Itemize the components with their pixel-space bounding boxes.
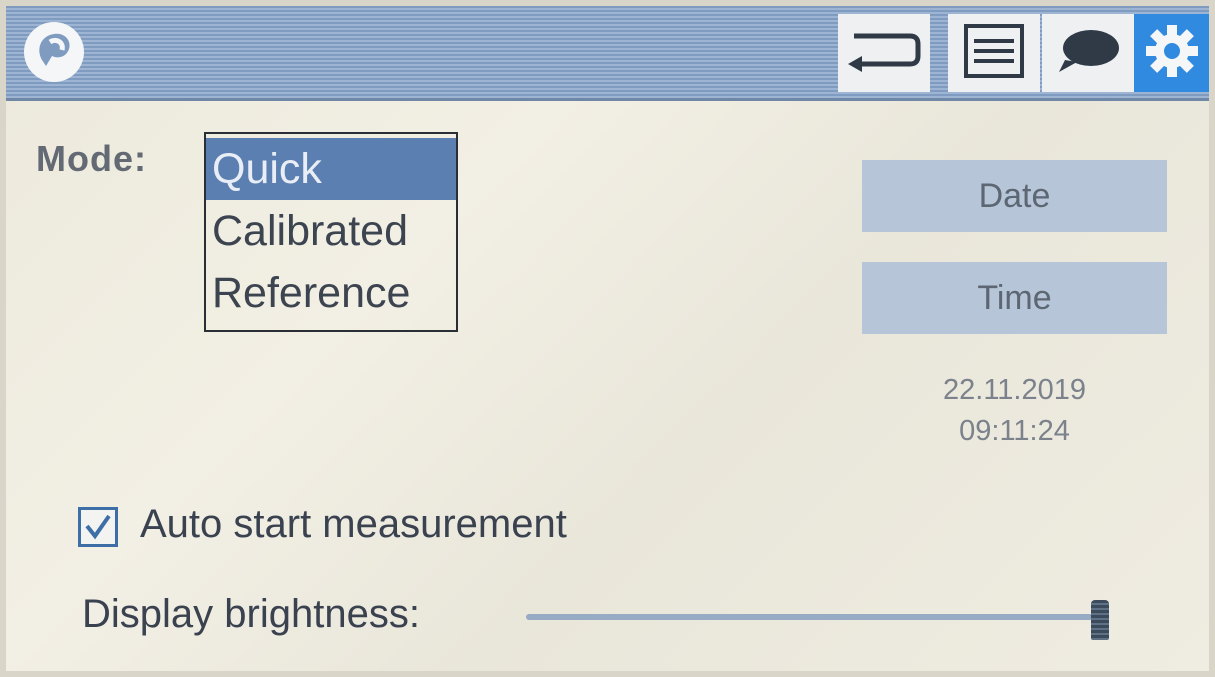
auto-start-label: Auto start measurement (140, 502, 567, 546)
device-screen: Mode: Quick Calibrated Reference Date Ti… (6, 6, 1209, 671)
current-date: 22.11.2019 (943, 374, 1086, 406)
speech-bubble-logo-icon (22, 20, 86, 84)
mode-option-reference[interactable]: Reference (206, 262, 456, 324)
back-button[interactable] (838, 14, 930, 92)
messages-button[interactable] (1042, 14, 1134, 92)
auto-start-checkbox[interactable] (78, 507, 118, 547)
return-arrow-icon (844, 26, 924, 81)
menu-list-icon (964, 23, 1024, 83)
mode-option-calibrated[interactable]: Calibrated (206, 200, 456, 262)
brightness-label: Display brightness: (82, 592, 420, 636)
checkmark-icon (85, 514, 111, 540)
current-time: 09:11:24 (959, 415, 1070, 447)
header-bar (6, 6, 1209, 101)
mode-label: Mode: (36, 138, 147, 179)
brightness-slider-handle[interactable] (1091, 600, 1110, 640)
mode-selector[interactable]: Quick Calibrated Reference (204, 132, 458, 332)
settings-button[interactable] (1134, 14, 1209, 92)
mode-option-quick[interactable]: Quick (206, 138, 456, 200)
brightness-slider-track[interactable] (526, 614, 1106, 620)
gear-icon (1142, 21, 1202, 86)
chat-bubble-icon (1053, 26, 1123, 81)
time-button[interactable]: Time (862, 262, 1167, 334)
menu-button[interactable] (948, 14, 1040, 92)
date-button[interactable]: Date (862, 160, 1167, 232)
